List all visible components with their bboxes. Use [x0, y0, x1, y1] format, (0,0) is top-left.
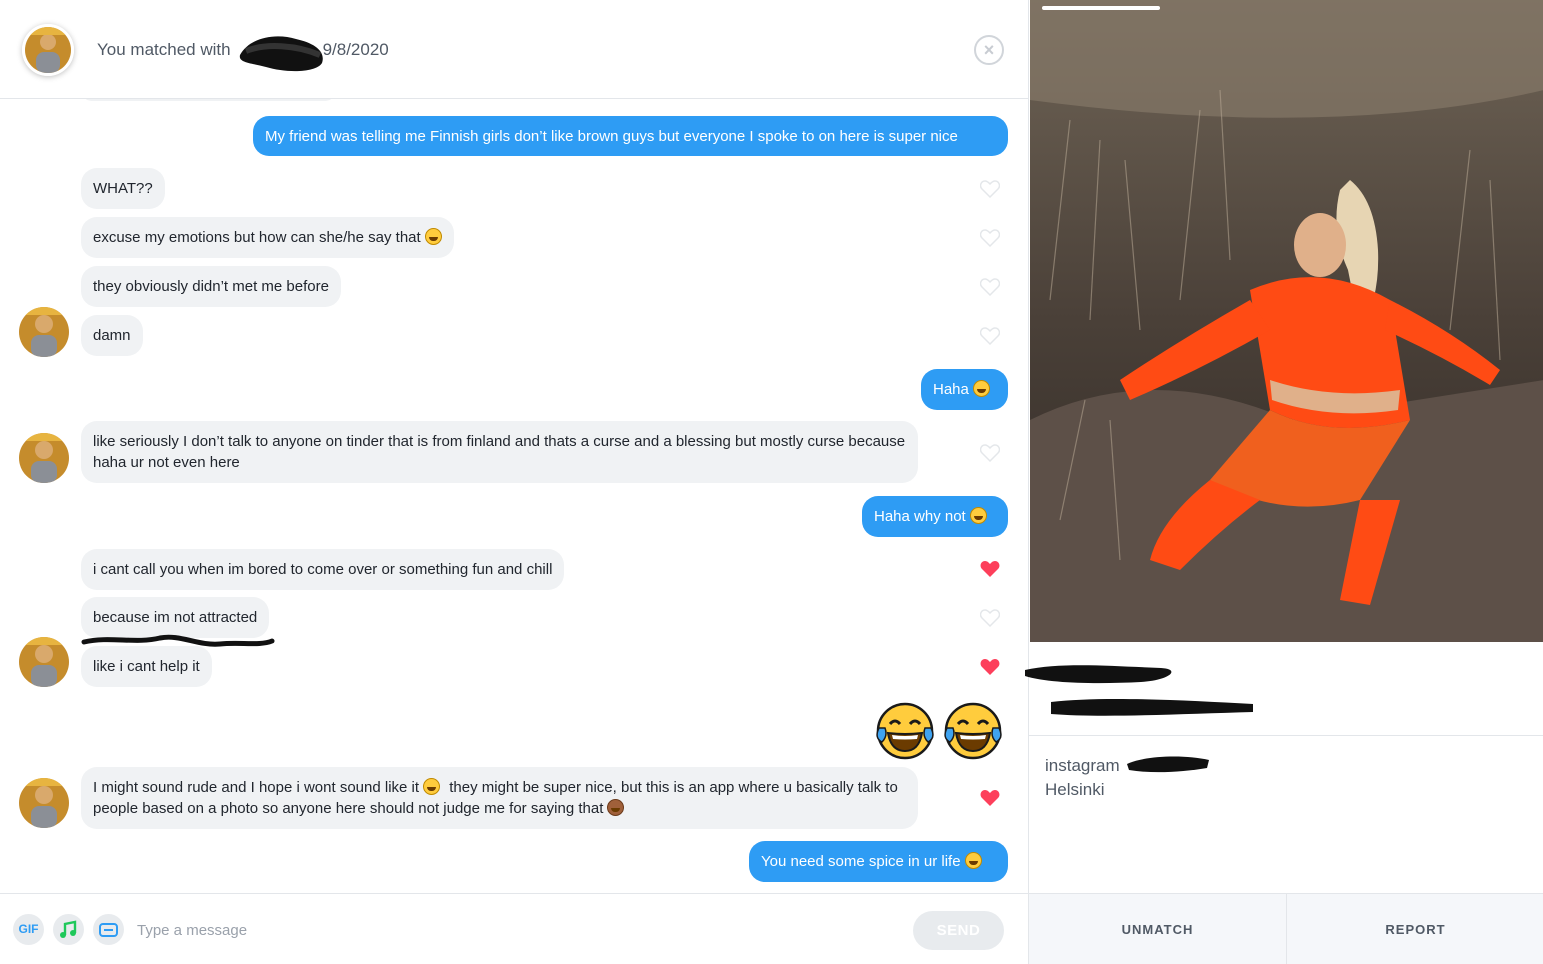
redaction-scribble: [1127, 756, 1209, 773]
message-composer: GIF SEND: [0, 893, 1028, 964]
grinning-emoji: [969, 507, 987, 524]
unmatch-button[interactable]: UNMATCH: [1029, 894, 1286, 964]
message-text: like i cant help it: [93, 658, 200, 675]
match-title-prefix: You matched with: [97, 40, 231, 59]
gif-button[interactable]: GIF: [13, 914, 44, 945]
tears-of-joy-emoji: [876, 702, 934, 760]
message-bubble-outgoing: You need some spice in ur life: [749, 841, 1008, 882]
message-input[interactable]: [137, 916, 837, 944]
message-text: i cant call you when im bored to come ov…: [93, 561, 553, 578]
profile-bio: instagram Helsinki: [1045, 754, 1120, 802]
message-list: My friend was telling me Finnish girls d…: [0, 99, 1028, 893]
message-bubble-incoming: I might sound rude and I hope i wont sou…: [81, 767, 918, 829]
message-bubble-incoming: excuse my emotions but how can she/he sa…: [81, 217, 454, 258]
profile-photo[interactable]: [1030, 0, 1543, 642]
message-text: excuse my emotions but how can she/he sa…: [93, 229, 421, 246]
chat-panel: You matched with 9/8/2020 × My friend was…: [0, 0, 1028, 964]
message-text: My friend was telling me Finnish girls d…: [265, 128, 958, 145]
message-text: like seriously I don’t talk to anyone on…: [93, 433, 906, 471]
message-text: You need some spice in ur life: [761, 853, 961, 870]
match-avatar[interactable]: [22, 24, 74, 76]
message-bubble-partial: [81, 99, 336, 101]
grinning-emoji: [972, 380, 990, 397]
redaction-scribble: [239, 36, 323, 72]
heart-icon[interactable]: [980, 658, 1000, 676]
match-date: 9/8/2020: [322, 40, 389, 59]
message-bubble-incoming: like i cant help it: [81, 646, 212, 687]
message-bubble-incoming: damn: [81, 315, 143, 356]
heart-icon[interactable]: [980, 444, 1000, 462]
chat-header: You matched with 9/8/2020 ×: [0, 0, 1028, 99]
profile-actions: UNMATCH REPORT: [1029, 893, 1543, 964]
message-text: damn: [93, 327, 131, 344]
message-text: WHAT??: [93, 180, 153, 197]
redaction-scribble: [1025, 665, 1253, 716]
message-bubble-incoming: WHAT??: [81, 168, 165, 209]
close-icon[interactable]: ×: [974, 35, 1004, 65]
heart-icon[interactable]: [980, 789, 1000, 807]
message-bubble-outgoing: Haha: [921, 369, 1008, 410]
tears-of-joy-emoji: [944, 702, 1002, 760]
message-text: Haha: [933, 381, 969, 398]
match-avatar[interactable]: [19, 307, 69, 357]
laughing-emoji: [424, 228, 442, 245]
photo-progress-bar: [1042, 6, 1160, 10]
bio-line-instagram: instagram: [1045, 756, 1120, 775]
message-bubble-incoming: like seriously I don’t talk to anyone on…: [81, 421, 918, 483]
message-text: they obviously didn’t met me before: [93, 278, 329, 295]
bio-line-location: Helsinki: [1045, 780, 1105, 799]
sticker-icon[interactable]: [93, 914, 124, 945]
profile-divider: [1029, 735, 1543, 736]
unamused-emoji: [423, 778, 441, 795]
send-button[interactable]: SEND: [913, 911, 1004, 950]
see-no-evil-monkey-emoji: [607, 799, 625, 816]
music-note-icon[interactable]: [53, 914, 84, 945]
match-avatar[interactable]: [19, 433, 69, 483]
match-avatar[interactable]: [19, 637, 69, 687]
heart-icon[interactable]: [980, 327, 1000, 345]
message-text: because im not attracted: [93, 609, 258, 626]
heart-icon[interactable]: [980, 560, 1000, 578]
heart-icon[interactable]: [980, 278, 1000, 296]
message-bubble-incoming: i cant call you when im bored to come ov…: [81, 549, 565, 590]
message-bubble-outgoing: Haha why not: [862, 496, 1008, 537]
heart-icon[interactable]: [980, 180, 1000, 198]
profile-panel: instagram Helsinki UNMATCH REPORT: [1025, 0, 1543, 964]
message-bubble-incoming: they obviously didn’t met me before: [81, 266, 341, 307]
message-text: I might sound rude and I hope i wont sou…: [93, 779, 420, 796]
heart-icon[interactable]: [980, 609, 1000, 627]
message-bubble-outgoing: My friend was telling me Finnish girls d…: [253, 116, 1008, 156]
heart-icon[interactable]: [980, 229, 1000, 247]
smirking-emoji: [964, 852, 982, 869]
message-text: Haha why not: [874, 508, 966, 525]
match-avatar[interactable]: [19, 778, 69, 828]
report-button[interactable]: REPORT: [1287, 894, 1543, 964]
